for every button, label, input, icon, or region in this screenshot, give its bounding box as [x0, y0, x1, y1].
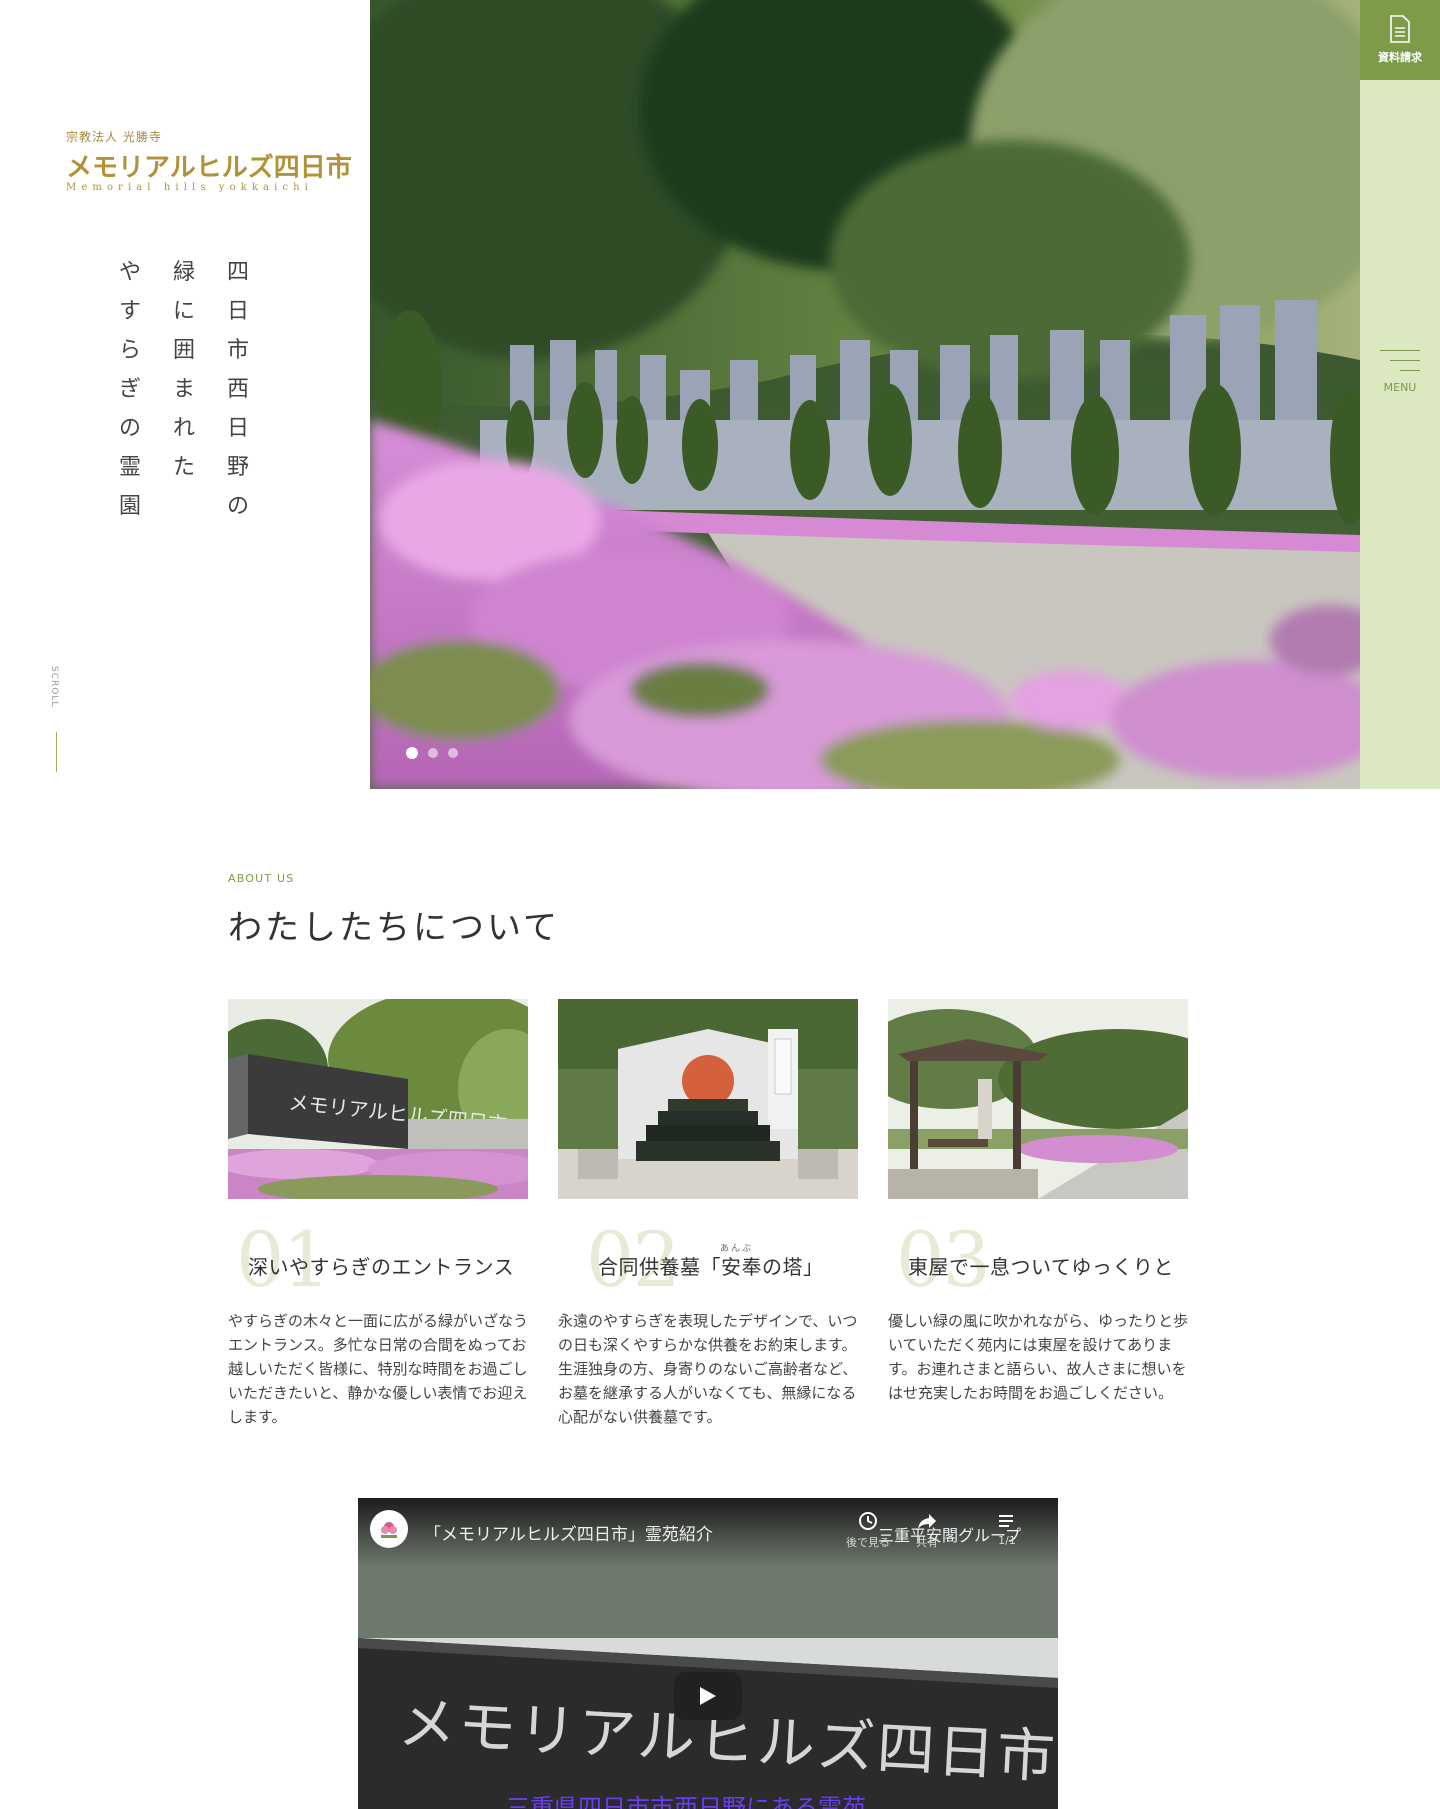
- share-button[interactable]: 共有: [916, 1510, 938, 1550]
- tagline-column-3: や す ら ぎ の 霊 園: [118, 253, 142, 526]
- tagline-char: す: [118, 299, 141, 324]
- document-icon: [1390, 15, 1410, 43]
- logo-organization: 宗教法人 光勝寺: [66, 130, 162, 144]
- card-text: 優しい緑の風に吹かれながら、ゆったりと歩いていただく苑内には東屋を設けてあります…: [888, 1312, 1189, 1402]
- tagline-char: の: [118, 416, 141, 441]
- share-label: 共有: [916, 1536, 938, 1549]
- logo-romaji: Memorial hills yokkaichi: [66, 182, 313, 193]
- tagline-char: 囲: [172, 338, 195, 363]
- section-title: わたしたちについて: [228, 908, 560, 948]
- play-icon: [700, 1687, 716, 1705]
- channel-logo-icon[interactable]: [370, 1510, 408, 1548]
- document-request-button[interactable]: 資料請求: [1360, 0, 1440, 80]
- hero-tagline: 四 日 市 西 日 野 の 緑 に 囲 ま れ た や す ら ぎ の 霊 園: [118, 253, 250, 526]
- hero-slideshow[interactable]: [370, 0, 1360, 789]
- tagline-char: 園: [118, 494, 141, 519]
- card-title: 合同供養墓「安奉の塔」: [598, 1255, 824, 1279]
- slide-dot-1[interactable]: [406, 747, 418, 759]
- feature-card-1: メモリアルヒルズ四日市 01 深いやすらぎのエントランス やすらぎの木々と一面に…: [228, 999, 528, 1426]
- tagline-char: 市: [226, 338, 249, 363]
- playlist-button[interactable]: 1/1: [996, 1510, 1018, 1547]
- gazebo-photo: [888, 999, 1188, 1199]
- tagline-char: ら: [118, 338, 141, 363]
- document-request-label: 資料請求: [1378, 51, 1422, 64]
- tagline-char: の: [226, 494, 249, 519]
- card-title: 東屋で一息ついてゆっくりと: [908, 1255, 1174, 1279]
- logo-name: メモリアルヒルズ四日市: [66, 153, 352, 183]
- slide-dot-2[interactable]: [428, 748, 438, 758]
- site-logo[interactable]: 宗教法人 光勝寺 メモリアルヒルズ四日市 Memorial hills yokk…: [66, 128, 352, 193]
- feature-card-2: 02 あんぶ 合同供養墓「安奉の塔」 永遠のやすらぎを表現したデザインで、いつの…: [558, 999, 858, 1426]
- tagline-char: ぎ: [118, 377, 141, 402]
- memorial-tower-photo: [558, 999, 858, 1199]
- card-text: 永遠のやすらぎを表現したデザインで、いつの日も深くやすらかな供養をお約束します。…: [558, 1312, 858, 1426]
- tagline-char: 野: [226, 455, 249, 480]
- section-label-en: ABOUT US: [228, 872, 295, 885]
- slide-dot-3[interactable]: [448, 748, 458, 758]
- play-button[interactable]: [674, 1672, 742, 1720]
- tagline-column-2: 緑 に 囲 ま れ た: [172, 253, 196, 526]
- tagline-char: 緑: [172, 260, 195, 285]
- tagline-char: ま: [172, 377, 195, 402]
- tagline-char: 日: [226, 299, 249, 324]
- scroll-label: SCROLL: [49, 666, 59, 708]
- hamburger-icon: [1380, 350, 1420, 380]
- clock-icon: [857, 1510, 879, 1532]
- playlist-icon: [996, 1510, 1018, 1532]
- video-player[interactable]: メモリアルヒルズ四日市 「メモリアルヒルズ四日市」霊苑紹介 後で見る 三重平安閣…: [358, 1498, 1058, 1809]
- card-title: 深いやすらぎのエントランス: [248, 1255, 515, 1279]
- menu-button[interactable]: MENU: [1360, 350, 1440, 410]
- tagline-char: 四: [226, 260, 249, 285]
- tagline-char: や: [118, 260, 141, 285]
- tagline-char: 霊: [118, 455, 141, 480]
- tagline-char: 日: [226, 416, 249, 441]
- share-icon: [916, 1510, 938, 1532]
- right-sidebar: 資料請求 MENU: [1360, 0, 1440, 789]
- menu-label: MENU: [1383, 381, 1417, 394]
- feature-card-3: 03 東屋で一息ついてゆっくりと 優しい緑の風に吹かれながら、ゆったりと歩いてい…: [888, 999, 1188, 1402]
- video-caption: 三重県四日市市西日野にある霊苑: [506, 1794, 866, 1809]
- slide-dots: [406, 747, 458, 759]
- playlist-count: 1/1: [998, 1534, 1016, 1547]
- card-text: やすらぎの木々と一面に広がる緑がいざなうエントランス。多忙な日常の合間をぬってお…: [228, 1312, 529, 1426]
- tagline-char: 西: [226, 377, 249, 402]
- video-title[interactable]: 「メモリアルヒルズ四日市」霊苑紹介: [424, 1520, 713, 1545]
- tagline-char: に: [172, 299, 195, 324]
- hero-photo-cemetery: [370, 0, 1360, 789]
- entrance-photo: メモリアルヒルズ四日市: [228, 999, 528, 1199]
- scroll-line: [56, 732, 57, 772]
- tagline-char: た: [172, 455, 195, 480]
- tagline-char: れ: [172, 416, 195, 441]
- tagline-column-1: 四 日 市 西 日 野 の: [226, 253, 250, 526]
